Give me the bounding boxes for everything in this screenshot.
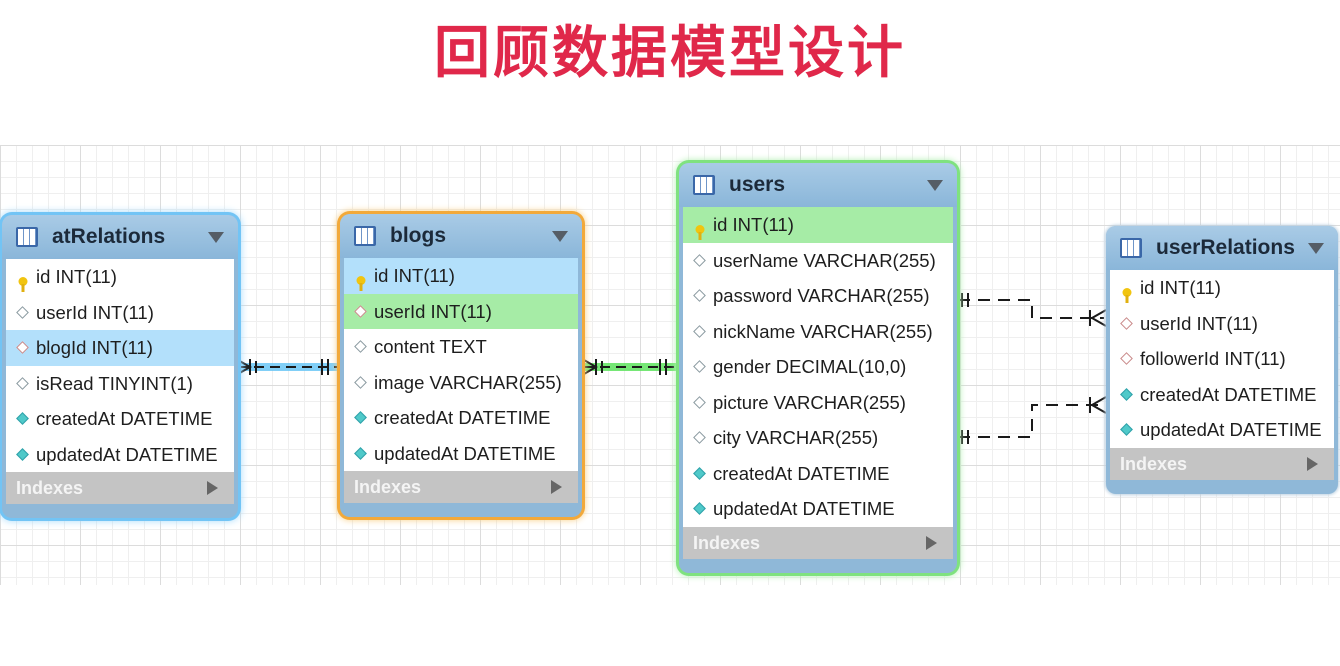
column-row[interactable]: userId INT(11) xyxy=(1110,306,1334,342)
not-null-column-icon xyxy=(354,411,367,424)
table-header[interactable]: users xyxy=(679,163,957,207)
column-icon xyxy=(693,431,706,444)
column-row[interactable]: isRead TINYINT(1) xyxy=(6,366,234,402)
table-menu-icon[interactable] xyxy=(552,231,568,242)
column-icon xyxy=(693,360,706,373)
table-blogs[interactable]: blogs id INT(11) userId INT(11) content … xyxy=(340,214,582,517)
table-atRelations[interactable]: atRelations id INT(11) userId INT(11) bl… xyxy=(2,215,238,518)
column-row[interactable]: content TEXT xyxy=(344,329,578,365)
column-list: id INT(11) userName VARCHAR(255) passwor… xyxy=(683,207,953,527)
column-list: id INT(11) userId INT(11) content TEXT i… xyxy=(344,258,578,471)
not-null-column-icon xyxy=(693,502,706,515)
indexes-section[interactable]: Indexes xyxy=(683,526,953,559)
column-row-highlighted[interactable]: id INT(11) xyxy=(344,258,578,294)
expand-arrow-icon[interactable] xyxy=(1307,456,1318,471)
foreign-key-icon xyxy=(1120,352,1133,365)
table-header[interactable]: atRelations xyxy=(2,215,238,259)
column-icon xyxy=(16,376,29,390)
column-row[interactable]: createdAt DATETIME xyxy=(1110,377,1334,413)
column-row[interactable]: createdAt DATETIME xyxy=(344,400,578,436)
table-icon xyxy=(1120,238,1142,258)
expand-arrow-icon[interactable] xyxy=(926,535,937,550)
table-header[interactable]: blogs xyxy=(340,214,582,258)
not-null-column-icon xyxy=(354,446,367,460)
table-menu-icon[interactable] xyxy=(927,180,943,191)
column-icon xyxy=(693,395,706,409)
indexes-section[interactable]: Indexes xyxy=(344,471,578,503)
column-row[interactable]: password VARCHAR(255) xyxy=(683,278,953,314)
not-null-column-icon xyxy=(693,466,706,480)
column-row[interactable]: picture VARCHAR(255) xyxy=(683,385,953,421)
column-row[interactable]: createdAt DATETIME xyxy=(683,456,953,492)
column-icon xyxy=(354,375,367,389)
relation-atRelations-blogs[interactable] xyxy=(237,359,338,375)
column-row[interactable]: updatedAt DATETIME xyxy=(6,437,234,473)
table-icon xyxy=(354,226,376,246)
column-row-highlighted[interactable]: id INT(11) xyxy=(683,207,953,243)
column-icon xyxy=(16,305,29,319)
column-row[interactable]: id INT(11) xyxy=(1110,270,1334,306)
column-row[interactable]: updatedAt DATETIME xyxy=(683,491,953,527)
column-row-highlighted[interactable]: userId INT(11) xyxy=(344,293,578,329)
not-null-column-icon xyxy=(16,447,29,461)
not-null-column-icon xyxy=(16,412,29,425)
foreign-key-icon xyxy=(16,341,29,354)
column-row[interactable]: image VARCHAR(255) xyxy=(344,365,578,401)
table-header[interactable]: userRelations xyxy=(1106,226,1338,270)
column-row[interactable]: createdAt DATETIME xyxy=(6,401,234,437)
column-list: id INT(11) userId INT(11) blogId INT(11)… xyxy=(6,259,234,472)
column-icon xyxy=(354,340,367,353)
table-name: atRelations xyxy=(52,225,166,248)
column-list: id INT(11) userId INT(11) followerId INT… xyxy=(1110,270,1334,448)
expand-arrow-icon[interactable] xyxy=(551,480,562,494)
column-icon xyxy=(693,253,706,267)
indexes-section[interactable]: Indexes xyxy=(6,472,234,504)
foreign-key-icon xyxy=(1120,316,1133,330)
table-name: blogs xyxy=(390,224,446,247)
indexes-section[interactable]: Indexes xyxy=(1110,447,1334,480)
table-menu-icon[interactable] xyxy=(1308,243,1324,254)
not-null-column-icon xyxy=(1120,423,1133,436)
column-row[interactable]: followerId INT(11) xyxy=(1110,341,1334,377)
column-row[interactable]: userId INT(11) xyxy=(6,295,234,331)
primary-key-icon xyxy=(695,217,705,240)
column-row[interactable]: id INT(11) xyxy=(6,259,234,295)
table-userRelations[interactable]: userRelations id INT(11) userId INT(11) … xyxy=(1106,226,1338,494)
column-row[interactable]: gender DECIMAL(10,0) xyxy=(683,349,953,385)
table-name: users xyxy=(729,173,786,196)
relation-users-userRelations-userId[interactable] xyxy=(958,293,1107,327)
column-icon xyxy=(693,289,706,302)
primary-key-icon xyxy=(1122,280,1132,303)
column-row[interactable]: nickName VARCHAR(255) xyxy=(683,314,953,350)
column-row[interactable]: updatedAt DATETIME xyxy=(1110,412,1334,448)
table-users[interactable]: users id INT(11) userName VARCHAR(255) p… xyxy=(679,163,957,573)
primary-key-icon xyxy=(18,269,28,292)
column-row[interactable]: userName VARCHAR(255) xyxy=(683,243,953,279)
table-name: userRelations xyxy=(1156,236,1295,259)
table-menu-icon[interactable] xyxy=(208,232,224,243)
column-row[interactable]: updatedAt DATETIME xyxy=(344,436,578,472)
relation-users-userRelations-followerId[interactable] xyxy=(958,396,1107,444)
column-row-highlighted[interactable]: blogId INT(11) xyxy=(6,330,234,366)
foreign-key-icon xyxy=(354,304,367,318)
primary-key-icon xyxy=(356,268,366,291)
not-null-column-icon xyxy=(1120,387,1133,401)
table-icon xyxy=(16,227,38,247)
table-icon xyxy=(693,175,715,195)
expand-arrow-icon[interactable] xyxy=(207,481,218,495)
column-row[interactable]: city VARCHAR(255) xyxy=(683,420,953,456)
column-icon xyxy=(693,324,706,338)
relation-blogs-users[interactable] xyxy=(583,359,680,375)
